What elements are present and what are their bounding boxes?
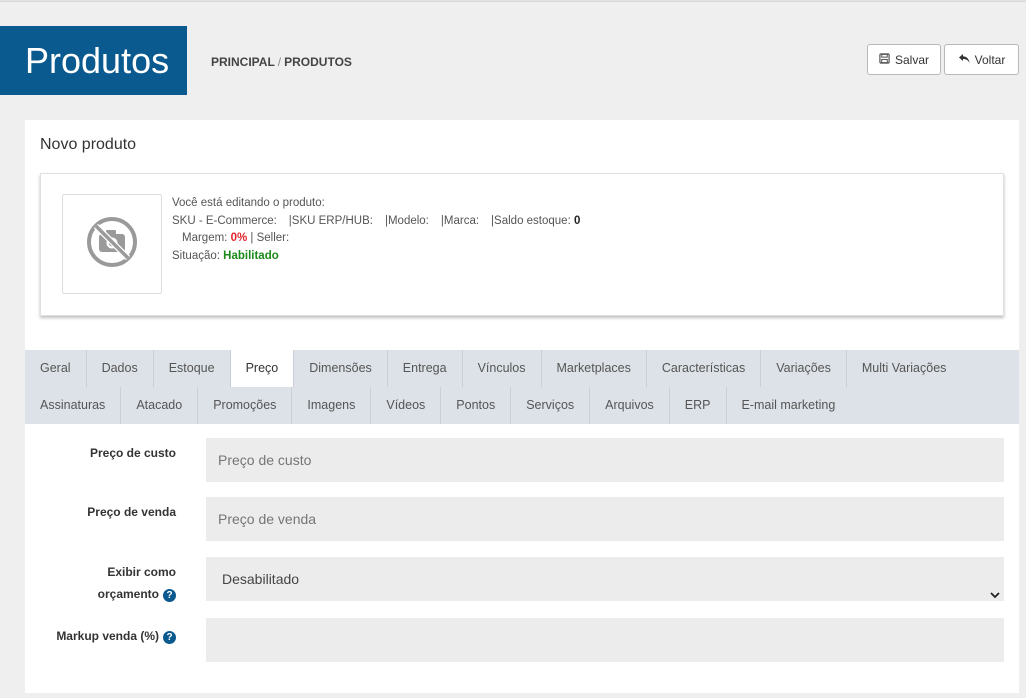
top-bar (0, 0, 1026, 2)
product-image-placeholder (62, 194, 162, 294)
seller-separator: | (250, 232, 254, 244)
tab-atacado[interactable]: Atacado (121, 387, 199, 424)
tab-dados[interactable]: Dados (87, 350, 154, 387)
margin-value: 0% (230, 232, 248, 244)
breadcrumb-current: PRODUTOS (284, 55, 352, 69)
page-title: Produtos (0, 26, 187, 95)
tabs-row-2: Assinaturas Atacado Promoções Imagens Ví… (25, 387, 850, 424)
sku-erp-label: SKU ERP/HUB: (291, 214, 373, 227)
markup-label: Markup venda (%) (56, 629, 159, 643)
tab-multi-variacoes[interactable]: Multi Variações (847, 350, 962, 387)
margin-label: Margem: (182, 232, 228, 244)
help-icon[interactable]: ? (163, 589, 176, 602)
editing-label: Você está editando o produto: (172, 197, 325, 209)
sale-price-input[interactable] (206, 497, 1004, 541)
tab-email-marketing[interactable]: E-mail marketing (727, 387, 851, 424)
margin-row: Margem: 0% | Seller: (172, 230, 580, 248)
seller-label: Seller: (256, 232, 290, 244)
show-as-quote-value: Desabilitado (222, 571, 300, 587)
product-codes-row: SKU - E-Commerce: |SKU ERP/HUB: |Modelo: |M… (172, 214, 581, 227)
tab-entrega[interactable]: Entrega (388, 350, 463, 387)
panel-title: Novo produto (40, 136, 137, 153)
tab-geral[interactable]: Geral (25, 350, 87, 387)
product-summary-card: Você está editando o produto: SKU - E-Co… (40, 173, 1004, 316)
brand-label: Marca: (443, 214, 480, 227)
markup-label-wrap: Markup venda (%)? (56, 625, 176, 647)
product-info: Você está editando o produto: SKU - E-Co… (172, 195, 580, 265)
status-row: Situação: Habilitado (172, 248, 580, 266)
reply-arrow-icon (958, 53, 970, 67)
tab-preco[interactable]: Preço (230, 350, 295, 387)
breadcrumb-separator: / (277, 55, 282, 69)
tab-estoque[interactable]: Estoque (154, 350, 231, 387)
main-panel: Novo produto Você está editando o produt… (25, 120, 1019, 693)
status-label: Situação: (172, 249, 220, 262)
tab-videos[interactable]: Vídeos (371, 387, 442, 424)
chevron-down-icon (990, 572, 1000, 616)
tab-variacoes[interactable]: Variações (761, 350, 847, 387)
cost-price-label: Preço de custo (89, 446, 176, 460)
back-button[interactable]: Voltar (944, 44, 1019, 75)
sku-ecommerce-label: SKU - E-Commerce: (172, 214, 277, 227)
show-as-quote-select[interactable]: Desabilitado (206, 557, 1004, 601)
tab-dimensoes[interactable]: Dimensões (294, 350, 388, 387)
stock-label: Saldo estoque: (494, 214, 571, 227)
back-label: Voltar (974, 52, 1006, 67)
tab-arquivos[interactable]: Arquivos (590, 387, 670, 424)
stock-value: 0 (573, 214, 581, 227)
save-icon (879, 52, 890, 67)
tab-vinculos[interactable]: Vínculos (463, 350, 542, 387)
breadcrumb: PRINCIPAL / PRODUTOS (211, 55, 352, 69)
model-label: Modelo: (387, 214, 429, 227)
tab-assinaturas[interactable]: Assinaturas (25, 387, 122, 424)
tab-pontos[interactable]: Pontos (441, 387, 512, 424)
markup-input[interactable] (206, 618, 1004, 662)
tab-caracteristicas[interactable]: Características (647, 350, 762, 387)
help-icon[interactable]: ? (163, 631, 176, 644)
save-label: Salvar (894, 52, 929, 67)
no-camera-icon (86, 216, 138, 273)
status-value: Habilitado (223, 249, 279, 262)
tabs-row-1: Geral Dados Estoque Preço Dimensões Entr… (25, 350, 961, 387)
product-tabs: Geral Dados Estoque Preço Dimensões Entr… (25, 350, 1019, 424)
show-as-quote-label: Exibir como orçamento? (98, 561, 176, 605)
show-as-quote-label-line1: Exibir como (107, 565, 176, 579)
tab-marketplaces[interactable]: Marketplaces (542, 350, 647, 387)
cost-price-input[interactable] (206, 438, 1004, 482)
show-as-quote-label-line2: orçamento (97, 587, 159, 601)
tab-imagens[interactable]: Imagens (292, 387, 372, 424)
tab-servicos[interactable]: Serviços (511, 387, 591, 424)
tab-erp[interactable]: ERP (670, 387, 727, 424)
save-button[interactable]: Salvar (867, 44, 941, 75)
tab-promocoes[interactable]: Promoções (198, 387, 293, 424)
sale-price-label: Preço de venda (87, 505, 176, 519)
breadcrumb-home[interactable]: PRINCIPAL (211, 55, 275, 69)
